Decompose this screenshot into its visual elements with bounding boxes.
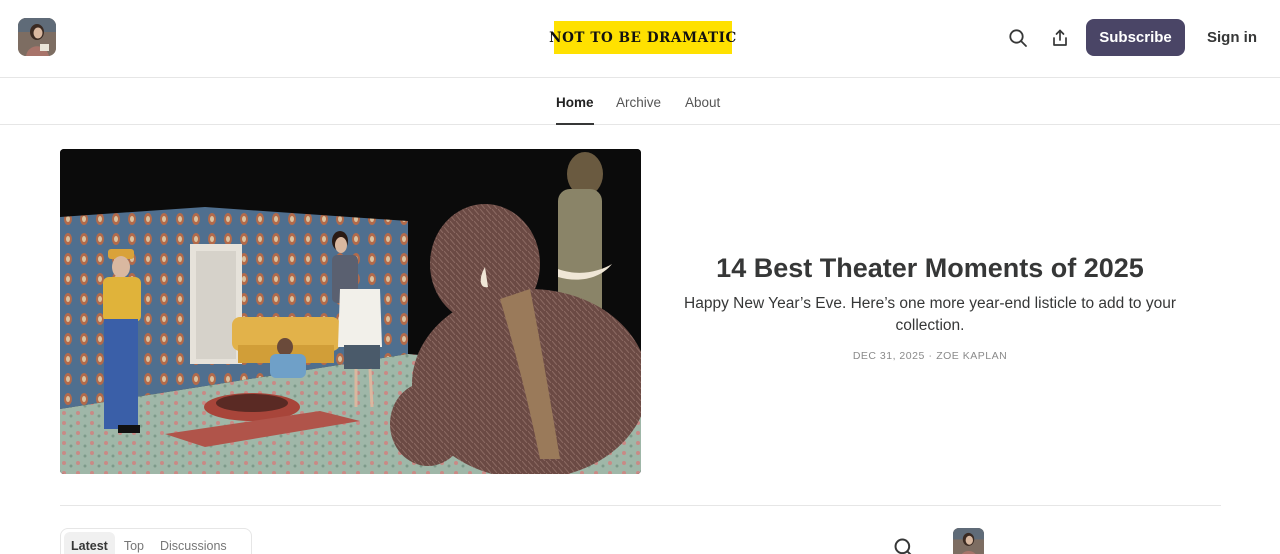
- meta-separator: ∙: [928, 350, 933, 362]
- top-header: NOT TO BE DRAMATIC Subscribe Sign in: [0, 0, 1280, 78]
- theater-stage-photo: [60, 149, 641, 474]
- post-date: DEC 31, 2025: [852, 350, 925, 362]
- tab-top[interactable]: Top: [117, 532, 151, 554]
- subscribe-button[interactable]: Subscribe: [1086, 19, 1185, 56]
- tab-latest[interactable]: Latest: [64, 532, 115, 554]
- search-icon: [1009, 29, 1027, 47]
- sign-in-link[interactable]: Sign in: [1198, 19, 1266, 56]
- hero-post-image[interactable]: [60, 149, 641, 474]
- search-button[interactable]: [1005, 25, 1031, 51]
- share-button[interactable]: [1047, 25, 1073, 51]
- hero-post-subtitle: Happy New Year’s Eve. Here’s one more ye…: [684, 295, 1176, 334]
- publication-logo-text: NOT TO BE DRAMATIC: [549, 29, 737, 46]
- author-avatar[interactable]: [953, 528, 984, 554]
- share-icon: [1053, 29, 1067, 46]
- nav-archive[interactable]: Archive: [616, 79, 661, 125]
- feed-search-button[interactable]: [893, 537, 917, 554]
- hero-post-meta: DEC 31, 2025 ∙ ZOE KAPLAN: [660, 350, 1200, 362]
- hero-post-title[interactable]: 14 Best Theater Moments of 2025: [660, 250, 1200, 286]
- avatar-image: [18, 18, 56, 56]
- publication-avatar[interactable]: [18, 18, 56, 56]
- avatar-image: [953, 528, 984, 554]
- nav-home[interactable]: Home: [556, 79, 594, 125]
- hero-post-text: 14 Best Theater Moments of 2025 Happy Ne…: [660, 250, 1200, 362]
- publication-logo[interactable]: NOT TO BE DRAMATIC: [549, 21, 736, 54]
- primary-nav: Home Archive About: [0, 79, 1280, 125]
- search-icon: [894, 538, 912, 554]
- section-divider: [60, 505, 1221, 506]
- feed-tabs: Latest Top Discussions: [60, 528, 252, 554]
- nav-about[interactable]: About: [685, 79, 720, 125]
- post-author[interactable]: ZOE KAPLAN: [936, 350, 1007, 362]
- tab-discussions[interactable]: Discussions: [153, 532, 234, 554]
